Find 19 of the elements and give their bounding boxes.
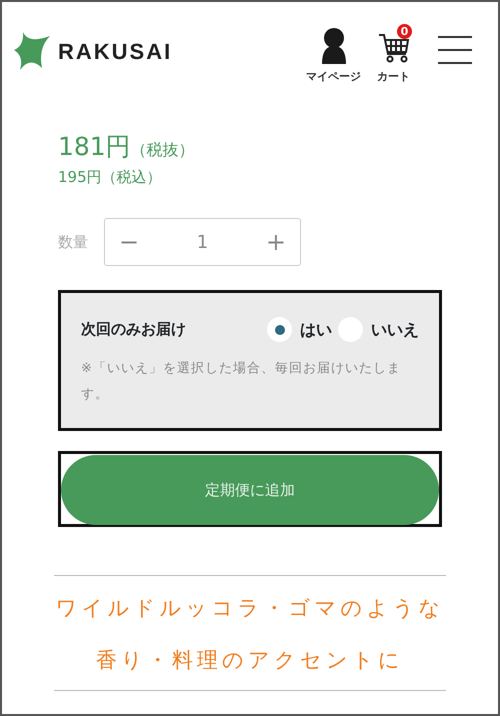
cart-count-badge: 0	[397, 24, 412, 39]
menu-icon[interactable]	[438, 36, 472, 64]
product-headline: ワイルドルッコラ・ゴマのような香り・料理のアクセントに	[54, 575, 446, 691]
quantity-stepper[interactable]: − 1 +	[104, 218, 301, 266]
increment-button[interactable]: +	[252, 224, 300, 260]
logo-icon	[14, 32, 50, 70]
delivery-note: ※「いいえ」を選択した場合、毎回お届けいたします。	[81, 360, 402, 404]
quantity-value: 1	[196, 230, 208, 254]
tax-note: （税抜）	[130, 140, 195, 159]
radio-button[interactable]	[267, 317, 292, 342]
quantity-label: 数量	[58, 232, 88, 253]
price-in-tax: 195円（税込）	[58, 166, 163, 188]
mypage-link[interactable]: マイページ	[306, 28, 361, 82]
logo-text[interactable]: RAKUSAI	[58, 34, 172, 68]
decrement-button[interactable]: −	[105, 224, 154, 260]
delivery-label: 次回のみお届け	[81, 319, 186, 340]
radio-label[interactable]: いいえ	[371, 318, 419, 342]
price-ex-tax: 181円	[58, 132, 131, 161]
radio-label[interactable]: はい	[300, 318, 332, 342]
